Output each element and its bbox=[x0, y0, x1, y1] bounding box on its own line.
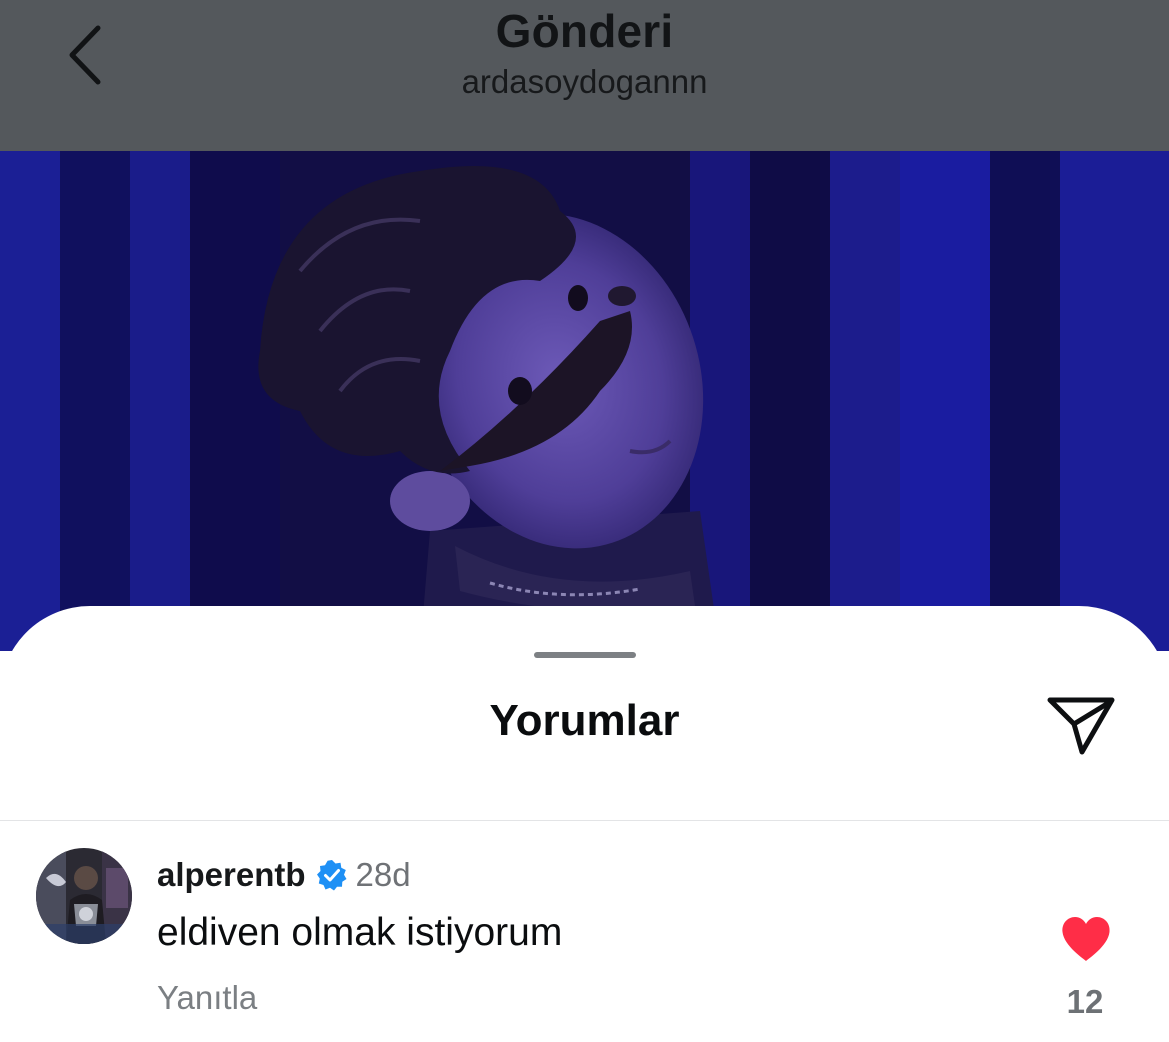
comment-username[interactable]: alperentb bbox=[157, 856, 306, 894]
heart-icon bbox=[1060, 915, 1112, 963]
comment-meta: alperentb 28d bbox=[157, 855, 411, 895]
comment-time: 28d bbox=[355, 856, 411, 893]
sheet-drag-handle[interactable] bbox=[534, 652, 636, 658]
share-button[interactable] bbox=[1044, 692, 1118, 758]
comments-sheet: Yorumlar alperentb 28d eldiven olmak ist… bbox=[0, 606, 1169, 1042]
comments-title: Yorumlar bbox=[489, 696, 680, 745]
like-count: 12 bbox=[1066, 983, 1104, 1020]
comment-text: eldiven olmak istiyorum bbox=[157, 911, 563, 954]
page-subtitle-username[interactable]: ardasoydogannn bbox=[0, 63, 1169, 101]
like-button[interactable] bbox=[1060, 915, 1112, 963]
reply-button[interactable]: Yanıtla bbox=[157, 979, 257, 1017]
header-bar: Gönderi ardasoydogannn bbox=[0, 0, 1169, 151]
page-title: Gönderi bbox=[495, 5, 674, 57]
avatar[interactable] bbox=[36, 848, 132, 944]
comment-item: alperentb 28d eldiven olmak istiyorum Ya… bbox=[0, 821, 1169, 1042]
verified-badge-icon bbox=[316, 859, 348, 891]
post-photo[interactable] bbox=[0, 151, 1169, 651]
paper-plane-icon bbox=[1044, 692, 1118, 758]
post-comments-screen: Gönderi ardasoydogannn Yorumlar alperent… bbox=[0, 0, 1169, 1042]
